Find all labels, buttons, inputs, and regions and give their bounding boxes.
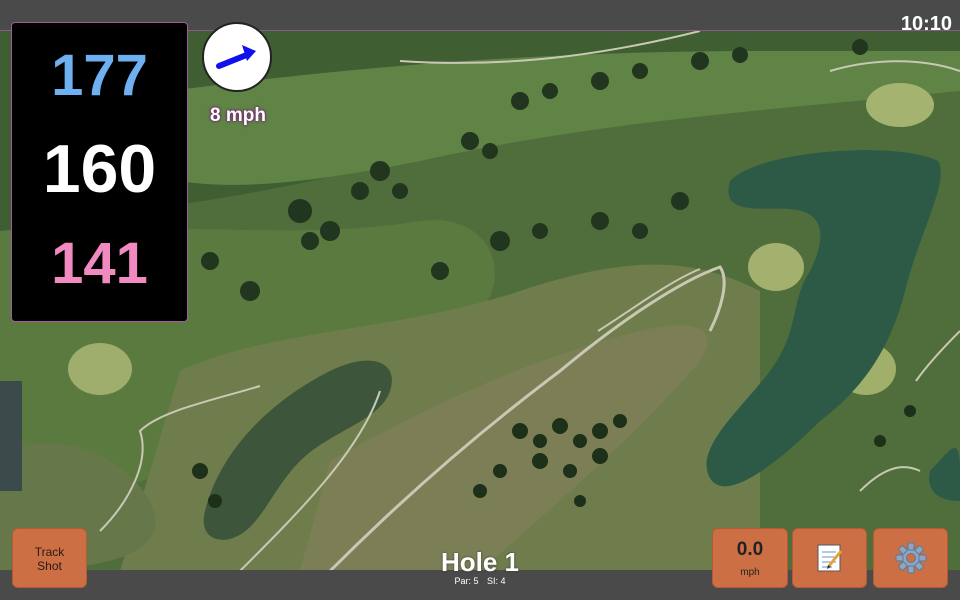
hole-meta: Par: 5 SI: 4 xyxy=(380,577,580,586)
middle-distance: 160 xyxy=(42,131,157,207)
wind-speed: 8 mph xyxy=(210,105,266,126)
track-shot-label-line1: Track xyxy=(34,545,65,559)
speed-unit: mph xyxy=(740,567,760,578)
speed-button[interactable]: 0.0 mph xyxy=(712,528,788,588)
gear-icon xyxy=(895,542,926,574)
notepad-icon xyxy=(817,544,842,572)
wind-indicator xyxy=(202,22,272,92)
hole-title: Hole 1 xyxy=(440,547,520,577)
track-shot-button[interactable]: Track Shot xyxy=(12,528,87,588)
distance-panel: 177 160 141 xyxy=(11,22,188,322)
back-distance: 177 xyxy=(51,43,148,108)
front-distance: 141 xyxy=(51,231,148,296)
par-text: Par: 5 xyxy=(454,576,479,586)
stroke-index-text: SI: 4 xyxy=(487,576,506,586)
settings-button[interactable] xyxy=(873,528,948,588)
track-shot-label-line2: Shot xyxy=(37,559,62,573)
wind-arrow-icon xyxy=(216,45,256,69)
speed-value: 0.0 xyxy=(736,539,764,560)
notes-button[interactable] xyxy=(792,528,867,588)
